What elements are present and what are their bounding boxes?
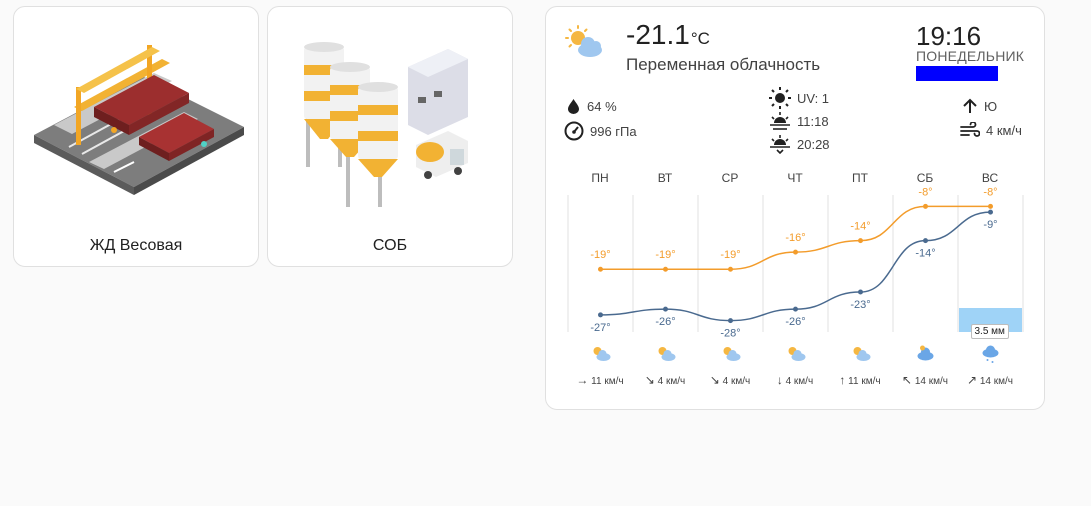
wind-speed: 11 км/ч <box>588 376 624 387</box>
data-label: -8° <box>918 186 932 198</box>
data-label: -19° <box>655 249 675 261</box>
forecast-wind: ↗ 14 км/ч <box>958 373 1022 387</box>
precipitation-label: 3.5 мм <box>970 324 1009 339</box>
wind-arrow-icon: ↘ <box>644 373 655 387</box>
snow-icon <box>982 345 999 363</box>
forecast-chart: -19° -19° -19° -16° -14° -8° -8° -27° -26° -28° -2… <box>567 186 1024 363</box>
data-point <box>858 289 863 295</box>
series-line <box>600 211 991 322</box>
data-label: -23° <box>850 299 870 311</box>
tile-label: СОБ <box>372 237 408 254</box>
tile-label: ЖД Весовая <box>89 237 183 254</box>
partly-cloudy-icon <box>593 347 611 361</box>
forecast-day-label: ВТ <box>657 171 673 185</box>
data-point <box>793 249 798 255</box>
data-point <box>663 266 668 272</box>
data-point <box>598 312 603 318</box>
weather-card[interactable]: -21.1°C Переменная облачность 19:16 ПОНЕ… <box>545 6 1045 410</box>
data-label: -16° <box>785 232 805 244</box>
wind-arrow-icon: ↖ <box>902 373 913 387</box>
data-point <box>728 318 733 324</box>
wind-speed: 4 км/ч <box>782 376 814 387</box>
forecast-wind: ↘ 4 км/ч <box>698 373 762 387</box>
data-point <box>598 266 603 272</box>
data-label: -14° <box>850 221 870 233</box>
wind-arrow-icon: → <box>576 373 589 387</box>
cloudy-snow-icon <box>917 345 934 361</box>
wind-speed: 4 км/ч <box>719 376 751 387</box>
data-label: -14° <box>915 248 935 260</box>
data-point <box>663 306 668 312</box>
wind-speed: 14 км/ч <box>912 376 948 387</box>
partly-cloudy-icon <box>853 347 871 361</box>
data-label: -8° <box>983 186 997 198</box>
data-point <box>988 203 993 209</box>
data-point <box>988 209 993 215</box>
partly-cloudy-icon <box>723 347 741 361</box>
wind-arrow-icon: ↘ <box>709 373 720 387</box>
data-point <box>793 306 798 312</box>
forecast-day-label: ПТ <box>852 171 868 185</box>
wind-speed: 4 км/ч <box>654 376 686 387</box>
railway-scale-icon <box>34 45 244 195</box>
data-label: -19° <box>720 249 740 261</box>
wind-arrow-icon: ↗ <box>967 373 978 387</box>
data-point <box>728 266 733 272</box>
forecast-day-label: СР <box>721 171 739 185</box>
partly-cloudy-icon <box>788 347 806 361</box>
data-point <box>923 203 928 209</box>
forecast-wind: → 11 км/ч <box>568 373 632 387</box>
data-label: -27° <box>590 322 610 334</box>
data-label: -26° <box>785 316 805 328</box>
data-point <box>923 238 928 244</box>
forecast-wind: ↖ 14 км/ч <box>893 373 957 387</box>
partly-cloudy-icon <box>658 347 676 361</box>
forecast-wind: ↘ 4 км/ч <box>633 373 697 387</box>
wind-speed: 11 км/ч <box>845 376 881 387</box>
data-label: -26° <box>655 316 675 328</box>
data-label: -9° <box>983 219 997 231</box>
tile-railway-scale[interactable]: ЖД Весовая <box>13 6 259 267</box>
forecast-day-label: ЧТ <box>787 171 803 185</box>
forecast-day-label: СБ <box>916 171 934 185</box>
wind-speed: 14 км/ч <box>977 376 1013 387</box>
forecast-wind: ↑ 11 км/ч <box>828 373 892 387</box>
data-label: -28° <box>720 328 740 340</box>
forecast-day-label: ПН <box>591 171 609 185</box>
data-point <box>858 238 863 244</box>
tile-concrete-plant[interactable]: СОБ <box>267 6 513 267</box>
data-label: -19° <box>590 249 610 261</box>
concrete-plant-icon <box>304 42 468 207</box>
forecast-day-label: ВС <box>981 171 999 185</box>
forecast-wind: ↓ 4 км/ч <box>763 373 827 387</box>
